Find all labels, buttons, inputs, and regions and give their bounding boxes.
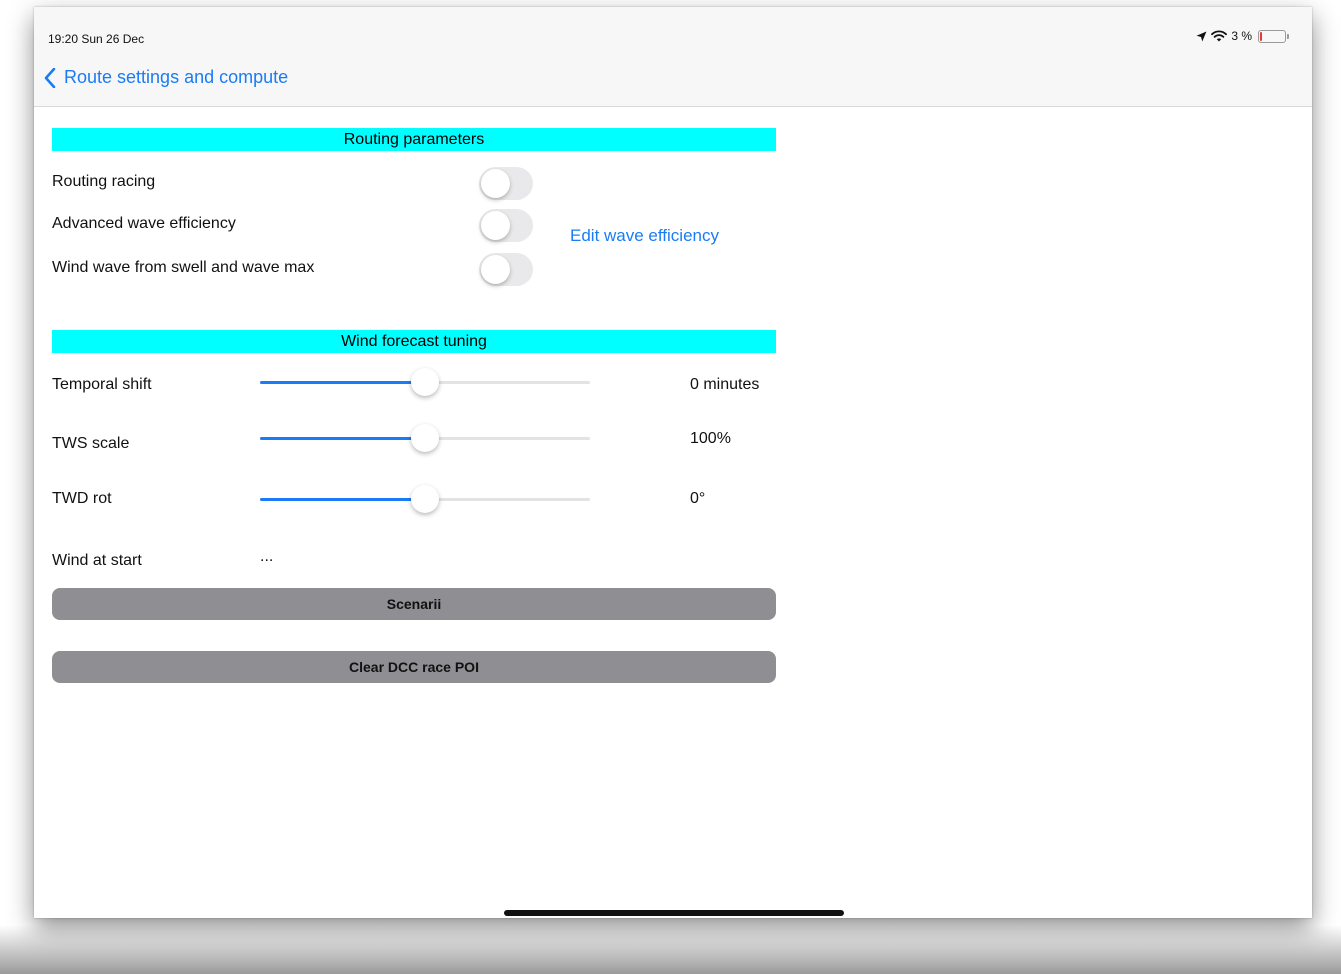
twd-rot-slider[interactable]: [260, 485, 590, 513]
twd-rot-label: TWD rot: [52, 490, 112, 507]
advanced-wave-efficiency-label: Advanced wave efficiency: [52, 215, 236, 232]
wind-wave-toggle[interactable]: [479, 253, 533, 286]
temporal-shift-label: Temporal shift: [52, 376, 152, 393]
routing-parameters-header: Routing parameters: [52, 128, 776, 151]
navigation-bar: 19:20 Sun 26 Dec 3 % Route settings and …: [34, 7, 1312, 107]
status-indicators: 3 %: [1196, 29, 1289, 43]
scenarii-button[interactable]: Scenarii: [52, 588, 776, 620]
slider-thumb[interactable]: [411, 424, 439, 452]
ipad-screen: 19:20 Sun 26 Dec 3 % Route settings and …: [34, 7, 1312, 918]
edit-wave-efficiency-link[interactable]: Edit wave efficiency: [570, 226, 719, 246]
tws-scale-label: TWS scale: [52, 435, 130, 452]
routing-racing-label: Routing racing: [52, 173, 156, 190]
clear-dcc-race-poi-button[interactable]: Clear DCC race POI: [52, 651, 776, 683]
wind-at-start-value: ...: [260, 548, 274, 565]
slider-thumb[interactable]: [411, 368, 439, 396]
wind-at-start-label: Wind at start: [52, 552, 142, 569]
temporal-shift-value: 0 minutes: [690, 376, 760, 393]
tws-scale-value: 100%: [690, 430, 731, 447]
back-button[interactable]: Route settings and compute: [44, 67, 288, 88]
routing-racing-toggle[interactable]: [479, 167, 533, 200]
slider-thumb[interactable]: [411, 485, 439, 513]
twd-rot-value: 0°: [690, 490, 706, 507]
battery-percent: 3 %: [1231, 29, 1252, 43]
advanced-wave-efficiency-toggle[interactable]: [479, 209, 533, 242]
wifi-icon: [1211, 30, 1228, 42]
back-button-label: Route settings and compute: [64, 67, 289, 87]
home-indicator: [504, 910, 844, 916]
temporal-shift-slider[interactable]: [260, 368, 590, 396]
location-arrow-icon: [1196, 31, 1207, 41]
status-time: 19:20 Sun 26 Dec: [48, 32, 145, 46]
battery-icon: [1258, 29, 1289, 43]
wind-forecast-tuning-header: Wind forecast tuning: [52, 330, 776, 353]
tws-scale-slider[interactable]: [260, 424, 590, 452]
wind-wave-label: Wind wave from swell and wave max: [52, 259, 315, 276]
chevron-left-icon: [44, 67, 56, 88]
